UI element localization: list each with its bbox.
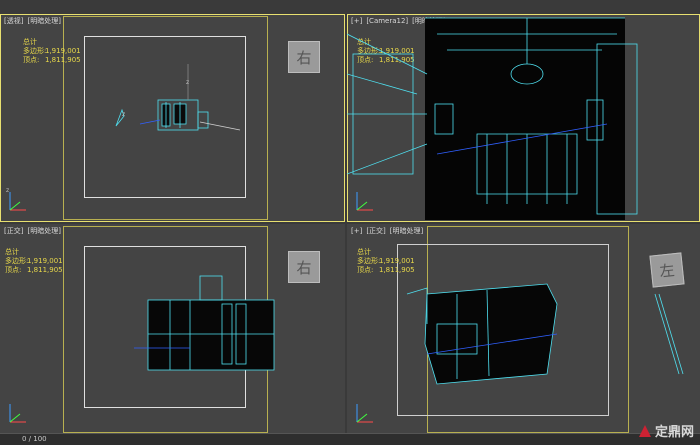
scene-wireframe: [406, 283, 684, 385]
frame-counter[interactable]: 0 / 100: [4, 434, 92, 444]
logo-icon: [638, 424, 651, 437]
viewport-bottom-left[interactable]: [正交] [明暗处理] 总计 多边形:1,919,001 顶点: 1,811,905…: [0, 224, 345, 433]
viewport-label[interactable]: [正交] [明暗处理]: [4, 226, 65, 236]
viewport-label[interactable]: [+] [正交] [明暗处理]: [351, 226, 427, 236]
viewport-top-left[interactable]: [透视] [明暗处理] 总计 多边形:1,919,001 顶点: 1,811,905…: [0, 14, 345, 222]
scene-wireframe: [347, 17, 638, 215]
viewport-label[interactable]: [透视] [明暗处理]: [4, 16, 65, 26]
axis-gizmo: [356, 404, 373, 423]
svg-text:z: z: [6, 187, 9, 194]
axis-gizmo: z: [6, 187, 26, 211]
watermark: 定鼎网: [638, 421, 694, 440]
stats-overlay: 总计 多边形:1,919,001 顶点: 1,811,905: [23, 38, 81, 64]
status-bar: 0 / 100: [0, 433, 700, 445]
axis-gizmo: [9, 404, 26, 423]
stats-overlay: 总计 多边形:1,919,001 顶点: 1,811,905: [5, 248, 63, 274]
viewport-bottom-right[interactable]: [+] [正交] [明暗处理] 总计 多边形:1,919,001 顶点: 1,811,…: [347, 224, 700, 433]
svg-text:z: z: [122, 111, 125, 118]
axis-gizmo: [356, 192, 373, 211]
svg-text:z: z: [186, 79, 189, 86]
viewport-top-right[interactable]: [+][Camera12][明暗处理] 总计 多边形:1,919,001 顶点:…: [347, 14, 700, 222]
view-cube[interactable]: 右: [288, 41, 320, 73]
scene-wireframe: z z: [115, 64, 241, 131]
scene-wireframe: [134, 275, 275, 371]
